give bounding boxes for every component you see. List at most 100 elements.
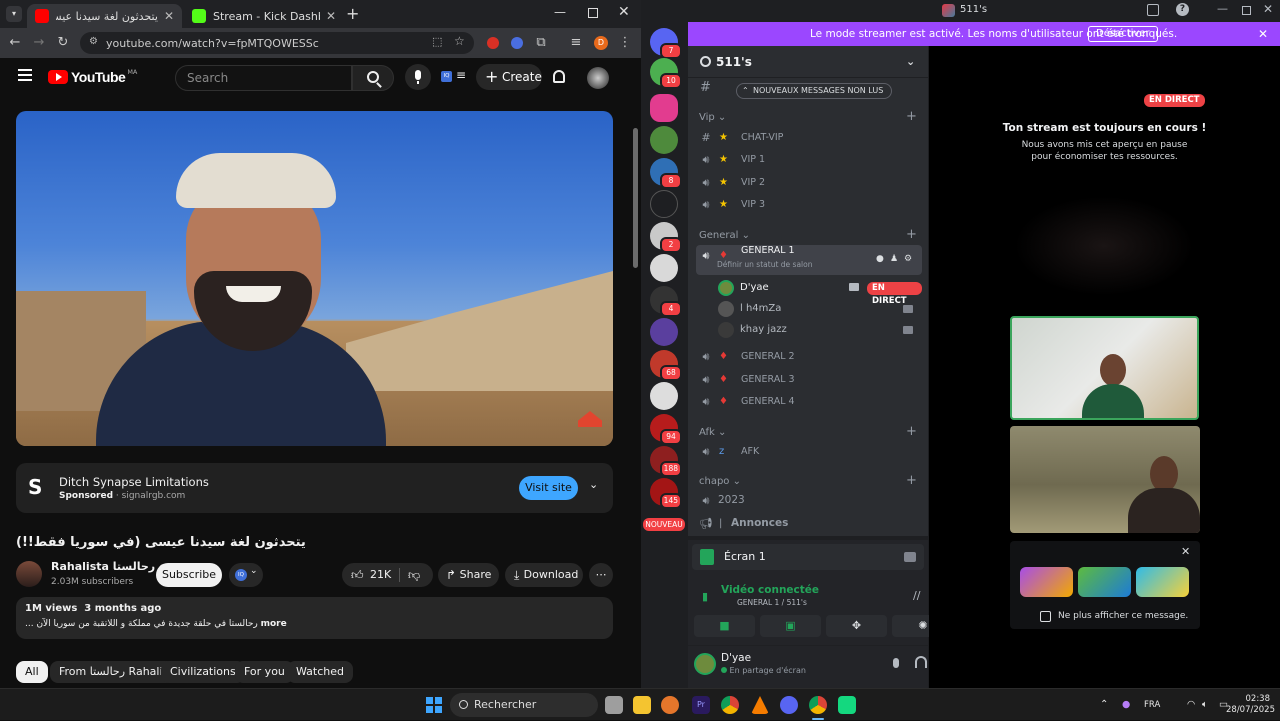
microphone-icon[interactable]: ● [1122,689,1130,721]
activity-game-card[interactable] [1136,567,1189,597]
add-channel-icon[interactable]: + [906,109,917,124]
menu-kebab-icon[interactable]: ⋮ [616,28,634,58]
headphones-icon[interactable] [915,656,927,668]
category-chapo[interactable]: chapo ⌄ [699,476,741,487]
server-icon[interactable] [650,382,678,410]
language-indicator[interactable]: FRA [1144,689,1160,721]
share-button[interactable]: ↱ Share [438,563,499,587]
screen-share-card[interactable]: Écran 1 [692,544,924,570]
bookmark-star-icon[interactable]: ☆ [454,34,465,48]
ad-card[interactable]: S Ditch Synapse Limitations Sponsored · … [16,463,613,513]
hamburger-menu-icon[interactable] [18,69,32,81]
extension-icon[interactable] [511,37,523,49]
server-icon[interactable]: 2 [650,222,682,253]
server-icon[interactable]: 8 [650,158,682,189]
channel-annonces[interactable]: 📢︎ | Annonces [696,513,922,534]
page-scrollbar[interactable] [633,128,638,268]
extension-badge-icon[interactable]: IQ [441,71,452,82]
more-actions-button[interactable]: ⋯ [589,563,613,587]
site-info-icon[interactable]: ⚙ [89,36,98,47]
close-window-button[interactable]: ✕ [1263,2,1273,16]
channel-vip-3[interactable]: 🔊︎ ★ VIP 3 [696,194,922,215]
invite-user-icon[interactable]: ♟ [890,249,898,270]
chip-civilizations[interactable]: Civilizations [161,661,245,683]
screen-share-button[interactable]: ▣ [760,615,821,637]
server-header[interactable]: 511's ⌄ [688,46,928,78]
tab-search-button[interactable]: ▾ [6,6,22,22]
iq-extension-button[interactable]: IQ ⌄ [229,563,263,587]
create-button[interactable]: + Create [476,64,542,90]
app-icon[interactable] [661,696,679,714]
address-bar[interactable]: ⚙ youtube.com/watch?v=fpMTQOWESSc ⬚ ☆ [80,32,474,54]
stop-share-icon[interactable] [904,552,916,562]
vlc-icon[interactable] [751,696,769,714]
category-vip[interactable]: Vip ⌄ [699,112,726,123]
tab-youtube[interactable]: يتحدثون لغة سيدنا عيسى (في ✕ [27,4,182,28]
channel-general-4[interactable]: 🔊︎ ♦ GENERAL 4 [696,391,922,412]
chip-for-you[interactable]: For you [235,661,294,683]
dislike-button[interactable]: 👎︎ [402,563,430,587]
video-player[interactable] [16,111,613,446]
voice-user[interactable]: khay jazz [718,320,922,340]
add-channel-icon[interactable]: + [906,227,917,242]
wifi-icon[interactable]: ◠ [1187,689,1195,721]
new-messages-pill[interactable]: ⌃ NOUVEAUX MESSAGES NON LUS [736,83,893,99]
tab-kick[interactable]: Stream - Kick Dashboard ✕ [184,4,344,28]
video-tile[interactable] [1010,316,1199,420]
install-icon[interactable]: ⬚ [432,35,442,48]
back-icon[interactable]: ← [6,28,24,58]
noise-suppression-icon[interactable]: ∕∕ [913,589,920,602]
camera-button[interactable]: ■ [694,615,755,637]
server-icon[interactable] [650,190,678,218]
deactivate-button[interactable]: Désactiver [1088,26,1158,42]
maximize-button[interactable] [588,8,598,18]
extension-record-icon[interactable] [487,37,499,49]
discord-icon[interactable] [780,696,798,714]
kick-app-icon[interactable] [838,696,856,714]
channel-afk[interactable]: 🔊︎ z AFK [696,441,922,462]
server-icon[interactable] [650,318,678,346]
inbox-icon[interactable] [1147,4,1159,16]
channel-vip-2[interactable]: 🔊︎ ★ VIP 2 [696,172,922,193]
close-icon[interactable]: ✕ [164,9,174,23]
subscribe-button[interactable]: Subscribe [156,563,222,587]
minimize-button[interactable]: — [554,5,566,19]
gear-icon[interactable]: ⚙ [904,249,912,270]
youtube-logo[interactable]: YouTube MA [48,68,137,86]
channel-general-2[interactable]: 🔊︎ ♦ GENERAL 2 [696,346,922,367]
task-view-icon[interactable] [605,696,623,714]
voice-user[interactable]: D'yae EN DIRECT [718,278,922,306]
server-icon[interactable]: 94 [650,414,682,445]
chrome-icon[interactable] [721,696,739,714]
channel-avatar[interactable] [16,561,42,587]
extensions-puzzle-icon[interactable]: ⧉ [532,28,550,58]
minimize-button[interactable]: — [1217,2,1228,15]
premiere-pro-icon[interactable]: Pr [692,696,710,714]
server-icon[interactable] [650,126,678,154]
server-511-icon[interactable] [650,94,678,122]
server-icon[interactable]: 68 [650,350,682,381]
chrome-active-icon[interactable] [809,696,827,714]
activities-button[interactable]: ✥ [826,615,887,637]
user-avatar[interactable] [694,653,716,675]
chat-bubble-icon[interactable]: ● [876,249,884,270]
close-icon[interactable]: ✕ [326,9,336,23]
close-icon[interactable]: ✕ [1258,22,1268,46]
maximize-button[interactable] [1242,6,1251,15]
channel-general-3[interactable]: 🔊︎ ♦ GENERAL 3 [696,369,922,390]
search-input[interactable]: Search [175,65,352,91]
channel-name[interactable]: Rahalista رحالستا ✓ [51,560,168,573]
visit-site-button[interactable]: Visit site [519,476,578,500]
server-icon[interactable]: 145 [650,478,682,509]
category-afk[interactable]: Afk ⌄ [699,427,726,438]
more-link[interactable]: more [261,619,287,629]
media-control-icon[interactable]: ≡ [567,28,585,58]
chevron-down-icon[interactable]: ⌄ [589,478,598,491]
channel-2023[interactable]: 🔊︎ 2023 [696,490,922,511]
channel-vip-1[interactable]: 🔊︎ ★ VIP 1 [696,149,922,170]
description-box[interactable]: 1M views 3 months ago رحالستا في حلقة جد… [16,597,613,639]
video-tile[interactable] [1010,426,1200,533]
server-icon[interactable]: 4 [650,286,682,317]
help-icon[interactable]: ? [1176,3,1189,16]
direct-messages-icon[interactable]: 7 [650,28,682,59]
